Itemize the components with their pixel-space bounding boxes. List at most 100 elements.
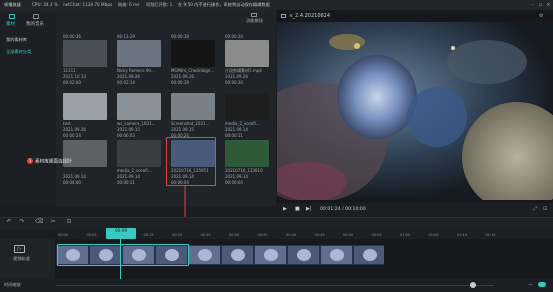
media-thumbnail[interactable]	[117, 140, 161, 167]
ruler-tick-label: 00:50	[343, 233, 354, 237]
tree-item-all-categories[interactable]: 全部素材分类	[2, 46, 56, 58]
ruler-tick-label: 00:45	[314, 233, 325, 237]
clip-frame-coral	[297, 249, 311, 261]
close-icon[interactable]: ×	[546, 3, 551, 8]
media-item-name: media_2_scenfi...	[225, 121, 260, 126]
library-tree: 我的素材库 全部素材分类	[2, 34, 56, 58]
media-item-name: 11111	[63, 68, 76, 73]
redo-icon[interactable]: ↷	[19, 219, 25, 225]
media-item-duration: 00:00:30	[225, 80, 243, 85]
media-item-duration: 00:00:19	[171, 80, 189, 85]
function-icon	[251, 13, 258, 17]
media-thumbnail[interactable]	[225, 93, 269, 120]
ruler-tick-label: 00:40	[286, 233, 297, 237]
tab-music[interactable]: 我的音乐	[26, 14, 44, 27]
media-item-date: 2021.09.14	[117, 174, 140, 179]
snap-toggle[interactable]	[538, 282, 546, 287]
media-item-name: 片段剪辑素材5.mp4	[225, 68, 262, 73]
ruler-tick-label: 00:15	[143, 233, 154, 237]
media-thumbnail[interactable]	[225, 40, 269, 67]
media-item[interactable]: 00:00:30 片段剪辑素材5.mp4 2021.09.26 00:00:30	[225, 34, 271, 85]
media-thumbnail[interactable]	[171, 93, 215, 120]
function-button-label: 功能按钮	[246, 18, 263, 23]
minimize-icon[interactable]: –	[530, 3, 535, 8]
selected-clip[interactable]	[57, 244, 189, 266]
step-forward-button[interactable]: ▶|	[306, 206, 312, 212]
media-item[interactable]: media_2_scenfi... 2021.09.14 00:00:11	[117, 134, 163, 185]
media-item[interactable]: 2021.09.14 00:04:00	[63, 134, 109, 185]
media-item-name: media_2_scenfi...	[117, 168, 152, 173]
media-item-name: ws_camera_1631...	[117, 121, 156, 126]
media-item[interactable]: 00:00:19 MGMInt_Checklaign... 2021.09.26 00…	[171, 34, 217, 85]
time-separator: /	[342, 207, 344, 212]
zoom-handle[interactable]	[470, 282, 476, 288]
media-thumbnail[interactable]	[117, 93, 161, 120]
zoom-track[interactable]	[56, 285, 494, 286]
fullscreen-icon[interactable]: ⤢	[533, 206, 537, 212]
media-item[interactable]: ws_camera_1631... 2021.09.15 00:00:03	[117, 87, 163, 138]
media-item-name: Screenshot_2021...	[171, 121, 210, 126]
ruler-tick-label: 01:10	[457, 233, 468, 237]
app-title: 帧播放器	[4, 2, 21, 7]
media-item[interactable]: 00:13.29 Nicky Romero /Kr... 2021.09.26 00:…	[117, 34, 163, 85]
preview-header: v_2.4.20210624	[281, 13, 330, 19]
monitor-icon	[281, 13, 286, 18]
media-item-date: 2021.09.14	[225, 127, 248, 132]
title-bar: 帧播放器 CPU: 24.3 % netChat: 1134.70 Mbps 网…	[0, 0, 553, 10]
music-icon	[33, 14, 39, 19]
clip-frame-coral	[363, 249, 377, 261]
play-button[interactable]: ▶	[283, 206, 287, 212]
media-item-date: 2021.09.14	[63, 174, 86, 179]
media-thumbnail[interactable]	[117, 40, 161, 67]
media-item-name: 20210716_133910	[225, 168, 263, 173]
delete-icon[interactable]: ⌫	[35, 219, 43, 225]
function-button[interactable]: 功能按钮	[246, 13, 263, 24]
playhead-marker[interactable]: 00:09	[106, 228, 136, 239]
net-stat: netChat: 1134.70 Mbps	[63, 2, 113, 7]
ruler-tick-label: 00:30	[229, 233, 240, 237]
zoom-out-icon[interactable]: −	[528, 281, 533, 288]
media-item-duration: 00:04:00	[63, 180, 81, 185]
crop-icon[interactable]: ⊡	[66, 219, 72, 225]
media-item[interactable]: test 2021.09.26 00:00:24	[63, 87, 109, 138]
current-time: 00:01:24	[320, 207, 341, 212]
media-thumbnail[interactable]	[63, 93, 107, 120]
tree-item-my-library[interactable]: 我的素材库	[2, 34, 56, 46]
cpu-stat: CPU: 24.3 %	[32, 2, 58, 7]
media-item-duration: 00:02:00	[63, 80, 81, 85]
preview-settings-icon[interactable]: ⚙	[539, 13, 543, 19]
media-item[interactable]: 20210716_133910 2021.09.14 00:00:04	[225, 134, 271, 185]
media-item-date: 2021.09.26	[117, 74, 140, 79]
media-icon	[9, 14, 15, 19]
track-label: 视频轨道	[13, 256, 30, 261]
zoom-label: 时间缩放	[4, 282, 21, 287]
media-item-date: 2021.09.26	[171, 74, 194, 79]
time-display: 00:01:24 / 00:10:00	[320, 207, 366, 212]
callout-select-media: 1 素材库里面选择好	[27, 158, 72, 165]
media-item-name: MGMInt_Checklaign...	[171, 68, 215, 73]
media-thumbnail[interactable]	[63, 40, 107, 67]
ruler-tick-label: 01:00	[400, 233, 411, 237]
video-preview[interactable]	[277, 22, 553, 200]
undo-icon[interactable]: ↶	[6, 219, 12, 225]
media-thumbnail[interactable]	[225, 140, 269, 167]
tab-media[interactable]: 素材	[6, 14, 15, 27]
media-item[interactable]: Screenshot_2021... 2021.09.15 00:00:24	[171, 87, 217, 138]
split-icon[interactable]: ✂	[50, 219, 56, 225]
media-item-duration: 00:02:14	[117, 80, 135, 85]
media-item[interactable]: media_2_scenfi... 2021.09.14 00:00:11	[225, 87, 271, 138]
media-thumbnail[interactable]	[171, 40, 215, 67]
media-item-duration: 00:00:11	[117, 180, 135, 185]
callout-text-1: 素材库里面选择好	[35, 159, 72, 165]
clip-frame-coral	[198, 249, 212, 261]
playhead-line[interactable]	[120, 239, 121, 279]
media-item[interactable]: 00:00:36 11111 2021.10.13 00:02:00	[63, 34, 109, 85]
media-item-date: 2021.09.26	[63, 127, 86, 132]
media-item-name: Nicky Romero /Kr...	[117, 68, 155, 73]
snapshot-icon[interactable]: ⊡	[543, 206, 547, 212]
ruler-tick-label: 01:15	[485, 233, 496, 237]
callout-badge-1: 1	[27, 158, 33, 164]
clip-frame-coral	[330, 249, 344, 261]
maximize-icon[interactable]: ▫	[538, 3, 543, 8]
stop-button[interactable]: ■	[295, 206, 300, 212]
